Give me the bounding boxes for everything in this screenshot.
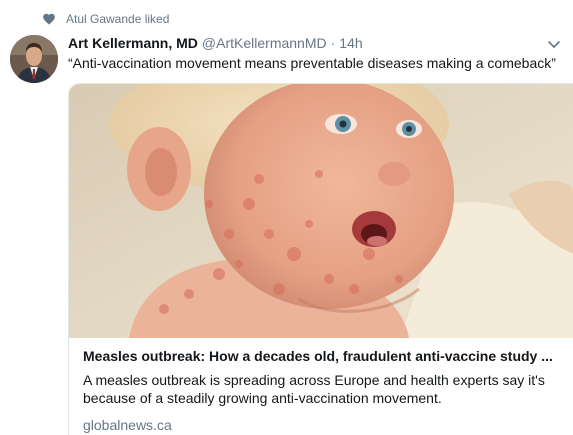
link-card[interactable]: Measles outbreak: How a decades old, fra… xyxy=(68,83,573,435)
author-name[interactable]: Art Kellermann, MD xyxy=(68,35,198,51)
author-handle[interactable]: @ArtKellermannMD xyxy=(202,35,327,51)
card-domain[interactable]: globalnews.ca xyxy=(83,416,563,434)
social-context: Atul Gawande liked xyxy=(42,11,169,27)
avatar[interactable] xyxy=(10,35,58,83)
timestamp[interactable]: 14h xyxy=(339,35,362,51)
chevron-down-icon[interactable] xyxy=(547,37,561,51)
card-description: A measles outbreak is spreading across E… xyxy=(83,372,545,406)
heart-icon xyxy=(42,12,56,26)
card-image[interactable] xyxy=(69,84,573,338)
card-title[interactable]: Measles outbreak: How a decades old, fra… xyxy=(83,347,561,366)
social-context-text: Atul Gawande liked xyxy=(66,12,170,26)
card-text[interactable]: Measles outbreak: How a decades old, fra… xyxy=(83,347,563,434)
tweet-header: Art Kellermann, MD @ArtKellermannMD · 14… xyxy=(68,33,543,53)
tweet[interactable]: Atul Gawande liked Art Kellermann, MD @A… xyxy=(0,0,573,435)
tweet-text: “Anti-vaccination movement means prevent… xyxy=(68,55,556,71)
separator-dot: · xyxy=(330,35,336,51)
